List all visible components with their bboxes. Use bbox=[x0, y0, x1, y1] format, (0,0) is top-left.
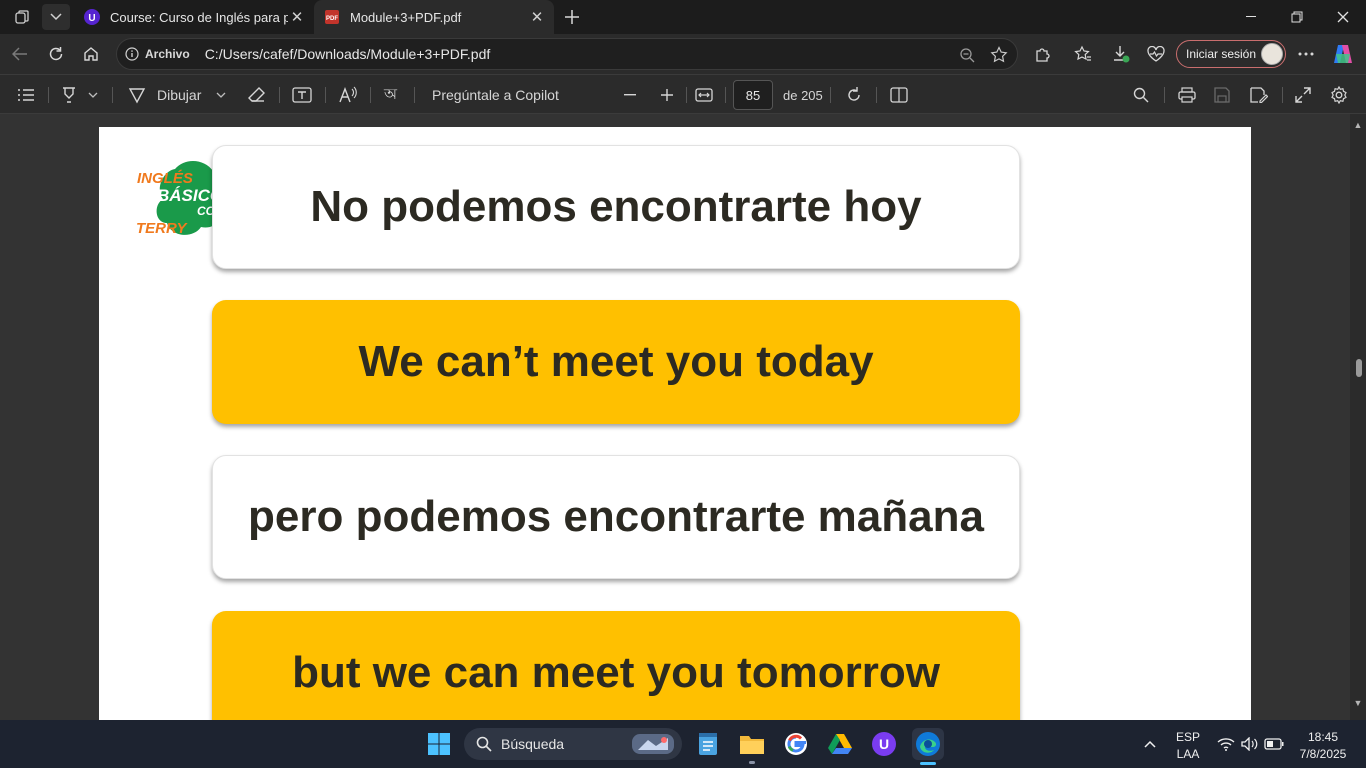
pdf-viewer[interactable]: INGLÉS BÁSICO CO TERRY No podemos encont… bbox=[0, 114, 1366, 720]
zoom-in-icon[interactable] bbox=[660, 83, 674, 107]
translate-icon[interactable]: অ bbox=[384, 83, 397, 107]
tab-title: Course: Curso de Inglés para prin bbox=[110, 9, 288, 25]
page-view-icon[interactable] bbox=[890, 83, 908, 107]
home-icon[interactable] bbox=[76, 40, 106, 68]
svg-text:INGLÉS: INGLÉS bbox=[137, 170, 193, 187]
avatar bbox=[1261, 43, 1283, 65]
edge-browser-icon[interactable] bbox=[912, 728, 944, 765]
close-window-icon[interactable] bbox=[1320, 0, 1366, 34]
signin-label: Iniciar sesión bbox=[1186, 47, 1257, 61]
draw-label: Dibujar bbox=[157, 87, 202, 103]
show-hidden-icons-chevron-icon[interactable] bbox=[1134, 728, 1166, 760]
downloads-icon[interactable] bbox=[1106, 40, 1136, 68]
save-as-icon[interactable] bbox=[1250, 83, 1268, 107]
phrase-card: We can’t meet you today bbox=[212, 300, 1020, 424]
search-highlight-icon bbox=[632, 734, 674, 754]
svg-text:TERRY: TERRY bbox=[136, 220, 189, 237]
windows-start-icon[interactable] bbox=[423, 728, 455, 760]
info-icon[interactable] bbox=[125, 47, 139, 61]
signin-button[interactable]: Iniciar sesión bbox=[1176, 40, 1286, 68]
favorites-icon[interactable] bbox=[1068, 40, 1098, 68]
phrase-card: No podemos encontrarte hoy bbox=[212, 145, 1020, 269]
add-text-icon[interactable] bbox=[292, 83, 312, 107]
refresh-icon[interactable] bbox=[41, 40, 71, 68]
pdf-toolbar: Dibujar অ Pregúntale a Copilot 85 de 205 bbox=[0, 74, 1366, 114]
copilot-icon[interactable] bbox=[1328, 40, 1358, 68]
draw-pen-icon bbox=[128, 88, 146, 104]
workspaces-icon[interactable] bbox=[8, 4, 36, 30]
google-drive-icon[interactable] bbox=[824, 728, 856, 760]
phrase-card: pero podemos encontrarte mañana bbox=[212, 455, 1020, 579]
tab-actions-chevron-icon[interactable] bbox=[42, 4, 70, 30]
highlight-chevron-down-icon[interactable] bbox=[88, 83, 98, 107]
draw-button[interactable]: Dibujar bbox=[128, 83, 201, 107]
address-row: Archivo C:/Users/cafef/Downloads/Module+… bbox=[0, 34, 1366, 74]
pdf-page: INGLÉS BÁSICO CO TERRY No podemos encont… bbox=[99, 127, 1251, 720]
close-tab-icon[interactable]: ✕ bbox=[288, 8, 306, 26]
address-bar[interactable]: Archivo C:/Users/cafef/Downloads/Module+… bbox=[116, 38, 1018, 70]
file-label[interactable]: Archivo bbox=[145, 47, 190, 61]
print-icon[interactable] bbox=[1178, 83, 1196, 107]
page-total: de 205 bbox=[783, 87, 823, 103]
settings-gear-icon[interactable] bbox=[1330, 83, 1348, 107]
clock-time: 18:45 bbox=[1307, 730, 1339, 744]
file-explorer-icon[interactable] bbox=[736, 728, 768, 764]
tab-course[interactable]: U Course: Curso de Inglés para prin ✕ bbox=[74, 0, 314, 34]
favorite-star-icon[interactable] bbox=[989, 46, 1009, 64]
fullscreen-icon[interactable] bbox=[1295, 83, 1311, 107]
taskbar-search[interactable]: Búsqueda bbox=[464, 728, 682, 760]
language-indicator[interactable]: ESP LAA bbox=[1174, 730, 1202, 761]
save-icon[interactable] bbox=[1214, 83, 1230, 107]
tab-bar: U Course: Curso de Inglés para prin ✕ PD… bbox=[0, 0, 1366, 34]
battery-icon[interactable] bbox=[1258, 728, 1290, 760]
svg-text:U: U bbox=[879, 736, 889, 752]
taskbar: Búsqueda U ESP LAA 18:45 7/8/2025 bbox=[0, 720, 1366, 768]
keyboard-layout: LAA bbox=[1176, 747, 1200, 761]
language-code: ESP bbox=[1175, 730, 1200, 744]
more-options-icon[interactable] bbox=[1291, 40, 1321, 68]
ask-copilot-label: Pregúntale a Copilot bbox=[432, 87, 559, 103]
udemy-app-icon[interactable]: U bbox=[868, 728, 900, 760]
browser-essentials-icon[interactable] bbox=[1141, 40, 1171, 68]
svg-text:U: U bbox=[88, 13, 95, 24]
clock[interactable]: 18:45 7/8/2025 bbox=[1290, 730, 1356, 761]
udemy-favicon-icon: U bbox=[84, 9, 100, 25]
back-icon[interactable] bbox=[5, 40, 35, 68]
zoom-out-button-icon[interactable] bbox=[624, 83, 638, 107]
zoom-out-icon[interactable] bbox=[957, 46, 977, 64]
highlight-icon[interactable] bbox=[60, 83, 78, 107]
scrollbar-thumb[interactable] bbox=[1356, 359, 1362, 377]
fit-width-icon[interactable] bbox=[695, 83, 713, 107]
svg-text:PDF: PDF bbox=[326, 16, 338, 22]
eraser-icon[interactable] bbox=[248, 83, 266, 107]
search-placeholder: Búsqueda bbox=[501, 736, 565, 752]
clock-date: 7/8/2025 bbox=[1299, 747, 1347, 761]
ask-copilot-button[interactable]: Pregúntale a Copilot bbox=[432, 83, 559, 107]
scroll-down-icon[interactable]: ▼ bbox=[1353, 698, 1363, 708]
tab-title: Module+3+PDF.pdf bbox=[350, 9, 462, 25]
page-number-input[interactable]: 85 bbox=[733, 80, 773, 110]
rotate-icon[interactable] bbox=[845, 83, 863, 107]
draw-chevron-down-icon[interactable] bbox=[216, 83, 226, 107]
vertical-scrollbar[interactable]: ▲ ▼ bbox=[1350, 114, 1366, 720]
table-of-contents-icon[interactable] bbox=[17, 83, 35, 107]
url-text[interactable]: C:/Users/cafef/Downloads/Module+3+PDF.pd… bbox=[205, 46, 491, 62]
search-icon[interactable] bbox=[1133, 83, 1149, 107]
scroll-up-icon[interactable]: ▲ bbox=[1353, 120, 1363, 130]
search-icon bbox=[476, 736, 492, 752]
minimize-icon[interactable] bbox=[1228, 0, 1274, 34]
extensions-icon[interactable] bbox=[1028, 40, 1058, 68]
restore-icon[interactable] bbox=[1274, 0, 1320, 34]
google-icon[interactable] bbox=[780, 728, 812, 760]
read-aloud-icon[interactable] bbox=[338, 83, 358, 107]
new-tab-icon[interactable] bbox=[558, 4, 586, 30]
close-tab-icon[interactable]: ✕ bbox=[528, 8, 546, 26]
phrase-card: but we can meet you tomorrow bbox=[212, 611, 1020, 720]
tab-pdf[interactable]: PDF Module+3+PDF.pdf ✕ bbox=[314, 0, 554, 34]
notepad-icon[interactable] bbox=[692, 728, 724, 760]
pdf-favicon-icon: PDF bbox=[325, 10, 339, 24]
